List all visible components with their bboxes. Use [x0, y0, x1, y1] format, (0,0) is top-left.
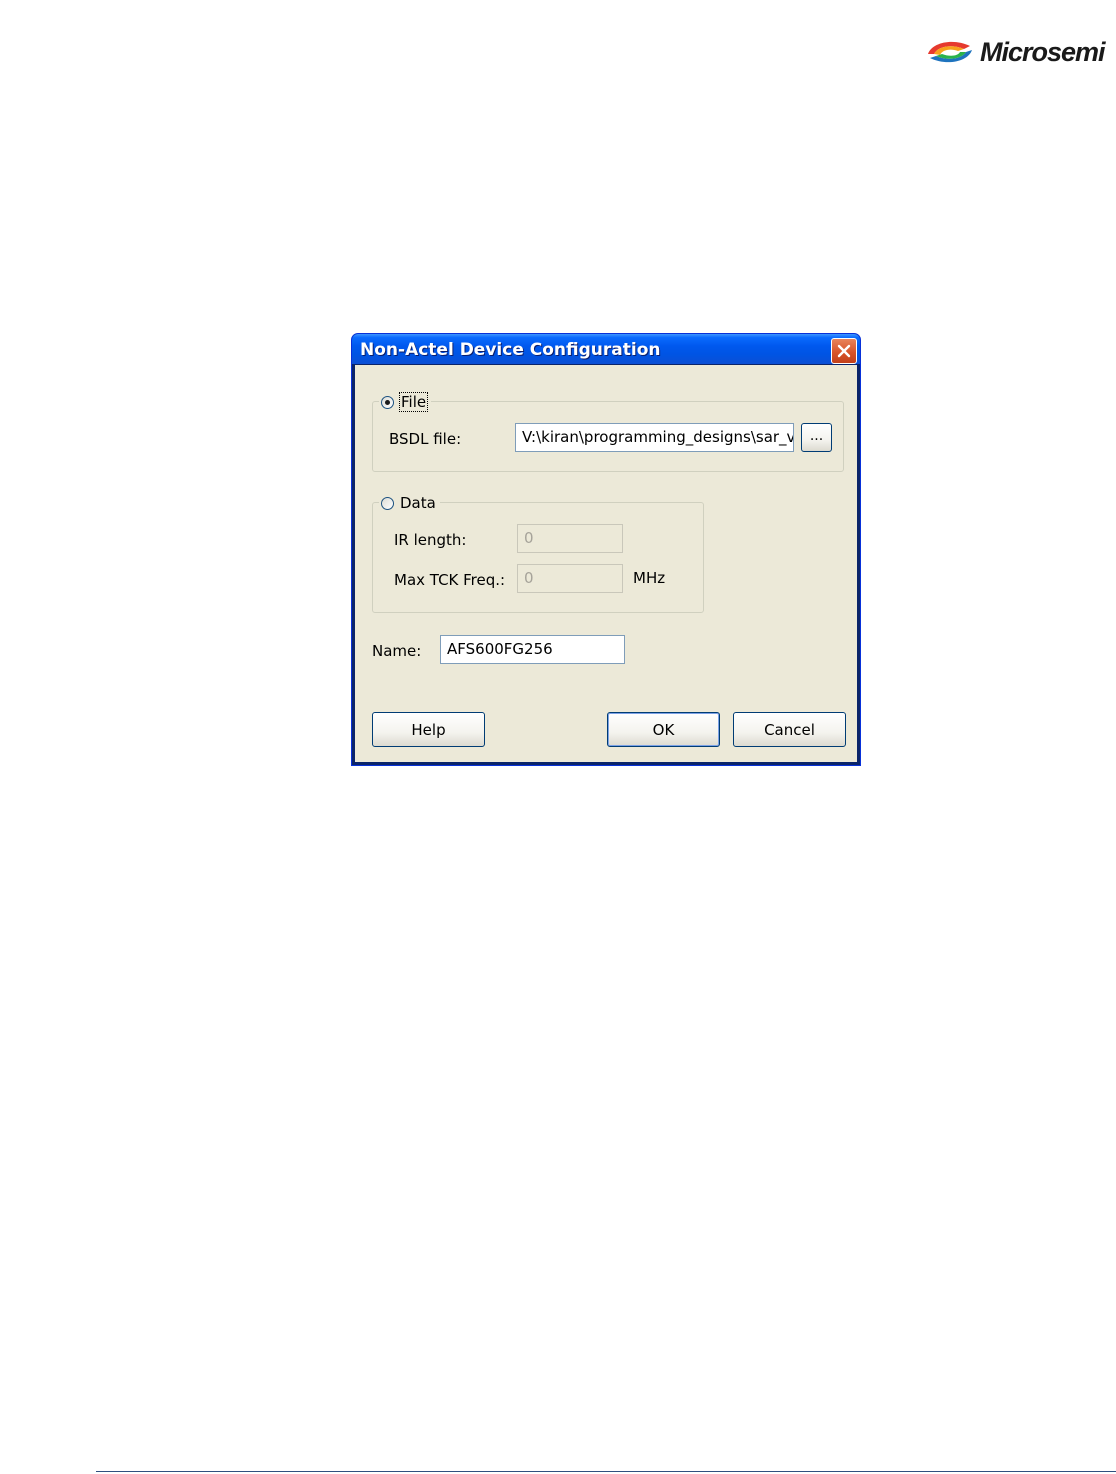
data-group-legend: Data: [379, 493, 440, 513]
data-groupbox: Data: [372, 493, 704, 613]
dialog-title-bar[interactable]: Non-Actel Device Configuration: [352, 334, 860, 364]
ir-length-input[interactable]: 0: [517, 524, 623, 553]
ir-length-label: IR length:: [394, 531, 467, 549]
data-radio-label[interactable]: Data: [400, 494, 436, 512]
file-group-legend: File: [379, 392, 432, 412]
bsdl-file-label: BSDL file:: [389, 430, 462, 448]
close-button[interactable]: [831, 338, 857, 364]
max-tck-freq-label: Max TCK Freq.:: [394, 571, 506, 589]
non-actel-device-configuration-dialog: Non-Actel Device Configuration File BSDL…: [351, 333, 861, 766]
microsemi-swoosh-icon: [928, 41, 972, 63]
file-radio[interactable]: [381, 395, 394, 409]
file-radio-label[interactable]: File: [398, 392, 429, 412]
max-tck-unit-label: MHz: [633, 569, 666, 587]
microsemi-logo: Microsemi: [924, 34, 1106, 70]
microsemi-logo-text: Microsemi: [980, 36, 1106, 67]
bsdl-file-input[interactable]: V:\kiran\programming_designs\sar_v: [515, 423, 794, 452]
help-button[interactable]: Help: [372, 712, 485, 747]
browse-button[interactable]: ...: [801, 423, 832, 452]
data-radio[interactable]: [381, 496, 394, 510]
footer-rule: [96, 1471, 1116, 1472]
ok-button[interactable]: OK: [607, 712, 720, 747]
dialog-client-area: File BSDL file: V:\kiran\programming_des…: [355, 365, 857, 762]
name-label: Name:: [372, 642, 422, 660]
close-icon: [837, 344, 851, 358]
max-tck-freq-input[interactable]: 0: [517, 564, 623, 593]
cancel-button[interactable]: Cancel: [733, 712, 846, 747]
name-input[interactable]: AFS600FG256: [440, 635, 625, 664]
dialog-title: Non-Actel Device Configuration: [360, 340, 661, 360]
